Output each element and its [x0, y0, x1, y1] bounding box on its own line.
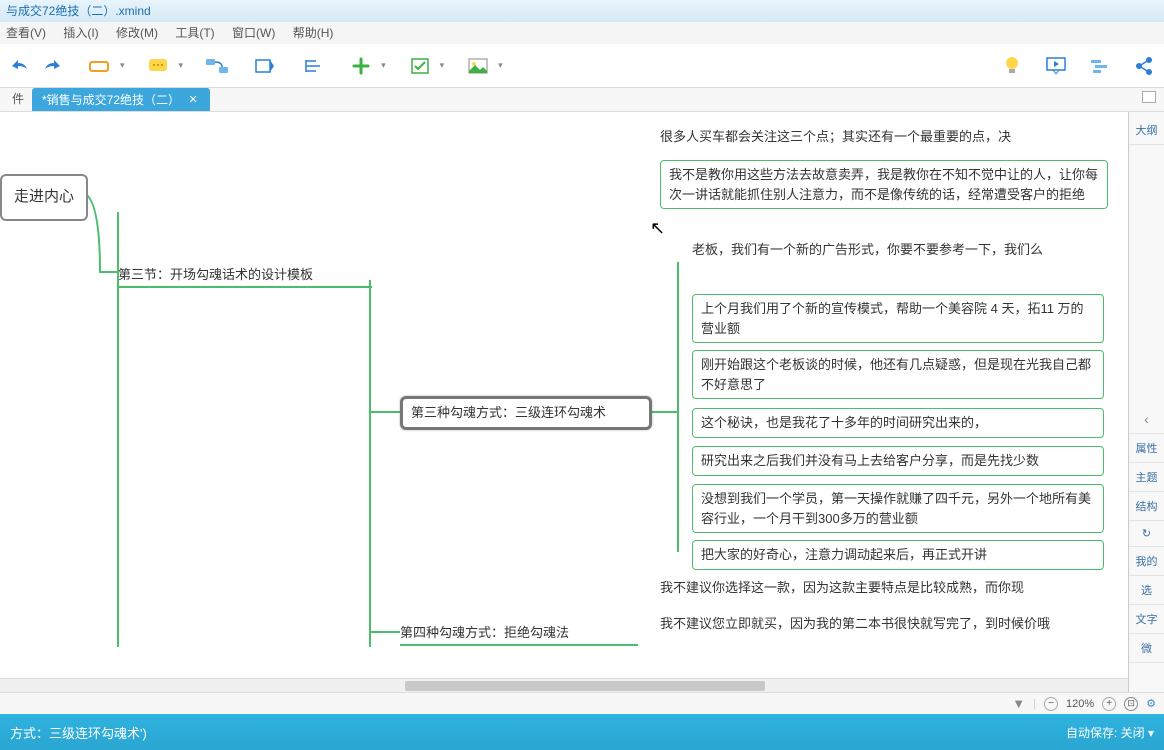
- zoom-level: 120%: [1066, 698, 1094, 710]
- text-node[interactable]: 把大家的好奇心，注意力调动起来后，再正式开讲: [692, 540, 1104, 570]
- window-titlebar: 与成交72绝技（二）.xmind: [0, 0, 1164, 22]
- panel-outline[interactable]: 大纲: [1129, 116, 1164, 145]
- restore-window-icon[interactable]: [1142, 91, 1156, 103]
- close-icon[interactable]: ✕: [186, 93, 200, 107]
- chevron-down-icon[interactable]: ▾: [440, 60, 445, 71]
- mindmap-canvas[interactable]: 走进内心 第三节：开场勾魂话术的设计模板 很多人买车都会关注这三个点；其实还有一…: [0, 112, 1128, 692]
- menu-modify[interactable]: 修改(M): [116, 26, 158, 40]
- panel-micro[interactable]: 微: [1129, 634, 1164, 663]
- chevron-down-icon[interactable]: ▾: [381, 60, 386, 71]
- text-node[interactable]: 很多人买车都会关注这三个点；其实还有一个最重要的点，决: [660, 127, 1110, 148]
- statusbar: ▼ | − 120% + ⊡ ⚙: [0, 692, 1164, 714]
- topic-button[interactable]: [86, 52, 114, 80]
- boundary-button[interactable]: [299, 52, 327, 80]
- relationship-button[interactable]: [203, 52, 231, 80]
- menu-insert[interactable]: 插入(I): [63, 26, 98, 40]
- menu-window[interactable]: 窗口(W): [232, 26, 275, 40]
- horizontal-scrollbar[interactable]: [0, 678, 1128, 692]
- text-node[interactable]: 上个月我们用了个新的宣传模式，帮助一个美容院 4 天，拓11 万的营业额: [692, 294, 1104, 343]
- marker-button[interactable]: [406, 52, 434, 80]
- text-node[interactable]: 这个秘诀，也是我花了十多年的时间研究出来的，: [692, 408, 1104, 438]
- panel-select[interactable]: 选: [1129, 576, 1164, 605]
- idea-button[interactable]: [998, 52, 1026, 80]
- cursor-icon: ↖: [650, 218, 665, 239]
- filter-icon[interactable]: ▼: [1012, 696, 1025, 711]
- bottombar-path: 方式：三级连环勾魂术'): [10, 723, 147, 742]
- undo-button[interactable]: [6, 52, 34, 80]
- chevron-down-icon[interactable]: ▾: [120, 60, 125, 71]
- menu-view[interactable]: 查看(V): [6, 26, 46, 40]
- chevron-down-icon[interactable]: ▾: [498, 60, 503, 71]
- text-node[interactable]: 我不建议您立即就买，因为我的第二本书很快就写完了，到时候价哦: [660, 614, 1110, 635]
- autosave-status[interactable]: 自动保存: 关闭 ▾: [1066, 724, 1154, 741]
- bottombar: 方式：三级连环勾魂术') 自动保存: 关闭 ▾: [0, 714, 1164, 750]
- note-button[interactable]: [145, 52, 173, 80]
- toolbar: ▾ ▾ ▾ ▾ ▾: [0, 44, 1164, 88]
- branch-label-section3[interactable]: 第三节：开场勾魂话术的设计模板: [118, 264, 372, 288]
- scrollbar-thumb[interactable]: [405, 681, 765, 691]
- right-panel: 大纲 ‹ 属性 主题 结构 ↻ 我的 选 文字 微: [1128, 112, 1164, 692]
- tabstrip: 件 *销售与成交72绝技（二） ✕: [0, 88, 1164, 112]
- tab-active[interactable]: *销售与成交72绝技（二） ✕: [32, 88, 210, 111]
- redo-button[interactable]: [38, 52, 66, 80]
- text-node[interactable]: 刚开始跟这个老板谈的时候，他还有几点疑惑，但是现在光我自己都不好意思了: [692, 350, 1104, 399]
- menu-tools[interactable]: 工具(T): [175, 26, 214, 40]
- panel-text[interactable]: 文字: [1129, 605, 1164, 634]
- node-method3-selected[interactable]: 第三种勾魂方式：三级连环勾魂术: [400, 396, 652, 430]
- text-node[interactable]: 我不是教你用这些方法去故意卖弄，我是教你在不知不觉中让的人，让你每次一讲话就能抓…: [660, 160, 1108, 209]
- branch-label-method4[interactable]: 第四种勾魂方式：拒绝勾魂法: [400, 622, 638, 646]
- text-node[interactable]: 研究出来之后我们并没有马上去给客户分享，而是先找少数: [692, 446, 1104, 476]
- add-button[interactable]: [347, 52, 375, 80]
- scroll-left-icon[interactable]: ‹: [1129, 405, 1164, 434]
- file-menu-tab[interactable]: 件: [4, 86, 32, 111]
- panel-refresh-icon[interactable]: ↻: [1129, 521, 1164, 547]
- panel-properties[interactable]: 属性: [1129, 434, 1164, 463]
- fit-icon[interactable]: ⊡: [1124, 697, 1138, 711]
- node-root[interactable]: 走进内心: [0, 174, 88, 221]
- settings-icon[interactable]: ⚙: [1146, 697, 1156, 710]
- panel-mine[interactable]: 我的: [1129, 547, 1164, 576]
- tab-label: *销售与成交72绝技（二）: [42, 91, 180, 108]
- panel-structure[interactable]: 结构: [1129, 492, 1164, 521]
- text-node[interactable]: 没想到我们一个学员，第一天操作就赚了四千元，另外一个地所有美容行业，一个月干到3…: [692, 484, 1104, 533]
- image-button[interactable]: [464, 52, 492, 80]
- window-title: 与成交72绝技（二）.xmind: [6, 4, 151, 18]
- presentation-button[interactable]: [1042, 52, 1070, 80]
- zoom-in-button[interactable]: +: [1102, 697, 1116, 711]
- zoom-out-button[interactable]: −: [1044, 697, 1058, 711]
- share-button[interactable]: [1130, 52, 1158, 80]
- text-node[interactable]: 我不建议你选择这一款，因为这款主要特点是比较成熟，而你现: [660, 578, 1110, 599]
- label-button[interactable]: [251, 52, 279, 80]
- chevron-down-icon[interactable]: ▾: [179, 60, 184, 71]
- menubar: 查看(V) 插入(I) 修改(M) 工具(T) 窗口(W) 帮助(H): [0, 22, 1164, 44]
- text-node[interactable]: 老板，我们有一个新的广告形式，你要不要参考一下，我们么: [692, 240, 1112, 261]
- gantt-button[interactable]: [1086, 52, 1114, 80]
- menu-help[interactable]: 帮助(H): [293, 26, 334, 40]
- panel-theme[interactable]: 主题: [1129, 463, 1164, 492]
- workspace: 走进内心 第三节：开场勾魂话术的设计模板 很多人买车都会关注这三个点；其实还有一…: [0, 112, 1164, 692]
